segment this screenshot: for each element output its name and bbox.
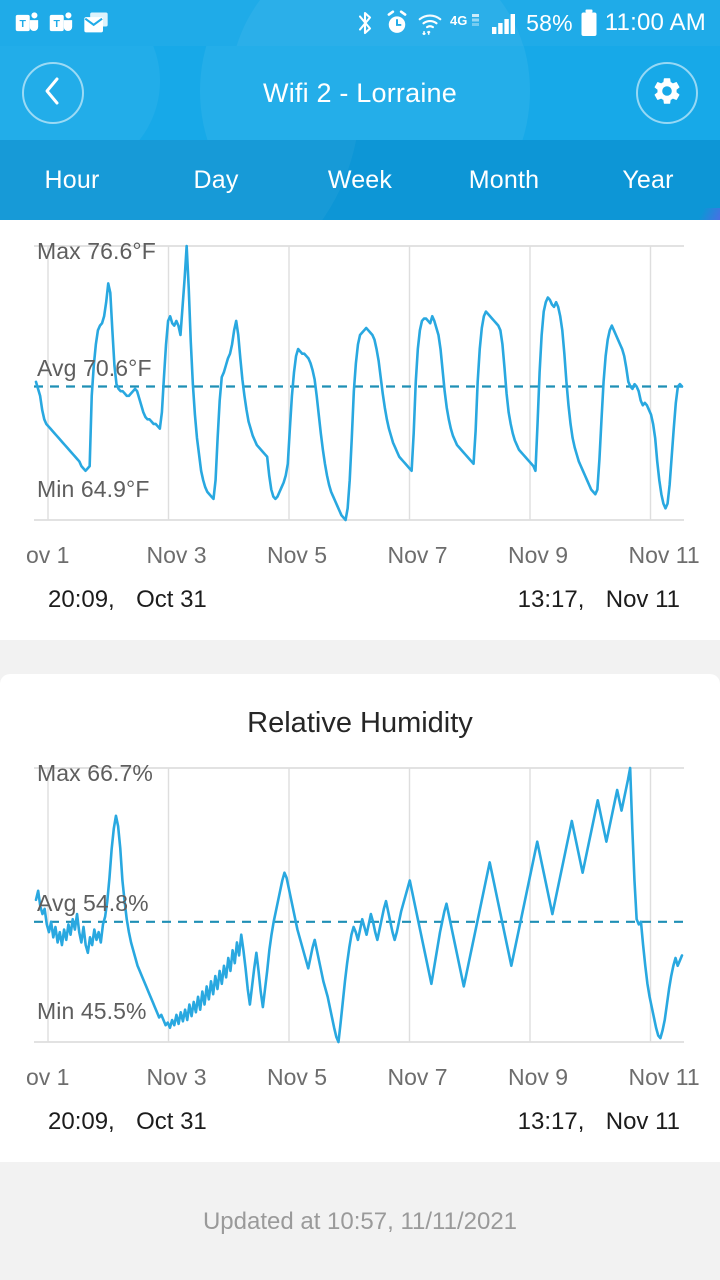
clock-label: 11:00 AM — [604, 9, 706, 36]
humidity-range-start-date: Oct 31 — [136, 1108, 207, 1135]
x-tick-label: Nov 9 — [508, 542, 569, 568]
app-screen: T T 4G 58% 11:00 AM Wifi 2 - Lorraine Ho… — [0, 0, 720, 1280]
temperature-range-end-time: 13:17, — [517, 586, 585, 613]
temperature-x-axis: ov 1 Nov 3 Nov 5 Nov 7 Nov 9 Nov 11 — [0, 538, 720, 580]
back-button[interactable] — [22, 62, 84, 124]
tab-month[interactable]: Month — [432, 166, 576, 195]
network-4g-icon: 4G — [450, 12, 484, 34]
humidity-range-start: 20:09, Oct 31 — [48, 1108, 207, 1136]
page-title: Wifi 2 - Lorraine — [263, 77, 457, 108]
humidity-chart-wrap: Max 66.7% Avg 54.8% Min 45.5% — [0, 750, 720, 1060]
tab-week[interactable]: Week — [288, 166, 432, 195]
humidity-avg-label: Avg 54.8% — [37, 889, 149, 916]
temperature-range-start-time: 20:09, — [48, 586, 115, 613]
tabbar-corner-accent — [686, 208, 720, 220]
humidity-range-row: 20:09, Oct 31 13:17, Nov 11 — [0, 1102, 720, 1162]
temperature-chart-wrap: Max 76.6°F Avg 70.6°F Min 64.9°F — [0, 228, 720, 538]
humidity-card-title: Relative Humidity — [247, 707, 473, 739]
humidity-card: Relative Humidity Max 66.7% Avg 54.8% Mi… — [0, 674, 720, 1162]
card-separator — [0, 640, 720, 674]
x-tick-label: Nov 11 — [628, 1064, 700, 1090]
humidity-range-end: 13:17, Nov 11 — [518, 1108, 680, 1136]
teams-icon: T — [14, 9, 42, 37]
temperature-card: Max 76.6°F Avg 70.6°F Min 64.9°F ov 1 Nov… — [0, 220, 720, 640]
temperature-min-label: Min 64.9°F — [37, 476, 150, 502]
temperature-range-end: 13:17, Nov 11 — [518, 586, 680, 614]
settings-button[interactable] — [636, 62, 698, 124]
battery-percent-label: 58% — [526, 9, 573, 36]
tab-day[interactable]: Day — [144, 166, 288, 195]
wifi-icon — [417, 10, 443, 36]
x-tick-label: Nov 7 — [387, 1064, 448, 1090]
x-tick-label: Nov 5 — [267, 542, 328, 568]
gear-icon — [651, 75, 683, 112]
humidity-min-label: Min 45.5% — [37, 998, 147, 1024]
status-bar-system-icons: 4G 58% 11:00 AM — [353, 9, 706, 37]
temperature-range-start: 20:09, Oct 31 — [48, 586, 207, 614]
footer: Updated at 10:57, 11/11/2021 — [0, 1162, 720, 1236]
alarm-icon — [384, 10, 410, 36]
bluetooth-icon — [353, 10, 377, 36]
x-tick-label: Nov 7 — [387, 542, 448, 568]
battery-icon — [580, 9, 598, 37]
humidity-max-label: Max 66.7% — [37, 760, 153, 786]
svg-text:T: T — [54, 18, 61, 30]
chevron-left-icon — [40, 76, 66, 111]
x-tick-label: Nov 3 — [146, 542, 207, 568]
temperature-range-start-date: Oct 31 — [136, 586, 207, 613]
humidity-range-end-date: Nov 11 — [605, 1108, 680, 1135]
time-range-tabs: Hour Day Week Month Year — [0, 140, 720, 220]
x-tick-label: ov 1 — [26, 542, 70, 568]
x-tick-label: Nov 11 — [628, 542, 700, 568]
x-tick-label: Nov 5 — [267, 1064, 328, 1090]
temperature-avg-label: Avg 70.6°F — [37, 354, 152, 381]
status-bar-notification-icons: T T — [14, 9, 110, 37]
humidity-range-start-time: 20:09, — [48, 1108, 115, 1135]
humidity-x-axis: ov 1 Nov 3 Nov 5 Nov 7 Nov 9 Nov 11 — [0, 1060, 720, 1102]
x-tick-label: Nov 3 — [146, 1064, 207, 1090]
tab-hour[interactable]: Hour — [0, 166, 144, 195]
temperature-max-label: Max 76.6°F — [37, 238, 156, 264]
x-tick-label: Nov 9 — [508, 1064, 569, 1090]
email-icon — [82, 9, 110, 37]
temperature-range-row: 20:09, Oct 31 13:17, Nov 11 — [0, 580, 720, 640]
teams-icon: T — [48, 9, 76, 37]
x-tick-label: ov 1 — [26, 1064, 70, 1090]
signal-bars-icon — [491, 11, 519, 35]
app-bar: Wifi 2 - Lorraine — [0, 46, 720, 140]
updated-label: Updated at 10:57, 11/11/2021 — [202, 1208, 518, 1235]
svg-text:4G: 4G — [450, 13, 467, 28]
humidity-range-end-time: 13:17, — [517, 1108, 585, 1135]
temperature-range-end-date: Nov 11 — [605, 586, 680, 613]
svg-text:T: T — [20, 18, 27, 30]
tab-year[interactable]: Year — [576, 166, 720, 195]
status-bar: T T 4G 58% 11:00 AM — [0, 0, 720, 46]
